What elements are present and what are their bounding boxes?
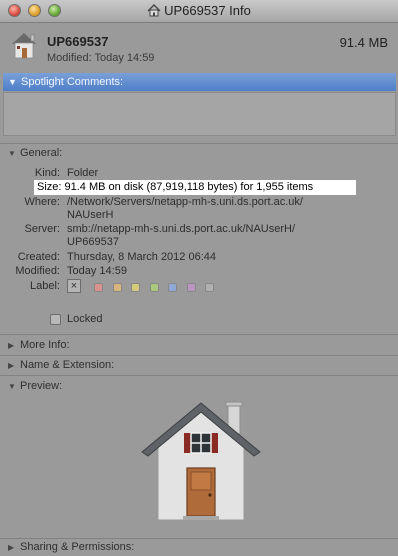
section-name-extension-label: Name & Extension:	[20, 359, 115, 371]
item-modified: Modified: Today 14:59	[47, 52, 155, 64]
kind-label: Kind:	[34, 167, 60, 179]
section-preview[interactable]: ▼ Preview:	[8, 380, 62, 392]
created-label: Created:	[17, 251, 60, 263]
label-none-button[interactable]: ×	[67, 279, 81, 293]
section-sharing-permissions-label: Sharing & Permissions:	[20, 541, 135, 553]
section-general[interactable]: ▼ General:	[8, 147, 62, 159]
disclosure-open-icon: ▼	[8, 77, 17, 87]
spotlight-comments-field[interactable]	[3, 92, 396, 136]
divider	[0, 355, 398, 356]
label-color-swatch[interactable]	[168, 283, 177, 292]
server-value-line-2: UP669537	[67, 236, 119, 248]
disclosure-open-icon: ▼	[8, 382, 16, 391]
modified-label: Modified:	[15, 265, 60, 277]
server-label: Server:	[24, 223, 60, 235]
home-folder-icon	[12, 33, 36, 59]
where-label: Where:	[24, 196, 60, 208]
section-more-info[interactable]: ▶ More Info:	[8, 339, 70, 351]
section-more-info-label: More Info:	[20, 339, 70, 351]
item-size: 91.4 MB	[339, 35, 388, 50]
section-general-label: General:	[20, 147, 63, 159]
spotlight-comments-label: Spotlight Comments:	[21, 76, 124, 88]
label-color-swatch[interactable]	[205, 283, 214, 292]
locked-checkbox[interactable]	[50, 314, 61, 325]
divider	[0, 143, 398, 144]
label-label: Label:	[30, 280, 60, 292]
divider	[0, 334, 398, 335]
divider	[0, 375, 398, 376]
home-folder-icon	[147, 4, 161, 17]
locked-label: Locked	[67, 313, 103, 325]
label-color-swatch[interactable]	[149, 283, 159, 292]
spotlight-comments-header[interactable]: ▼ Spotlight Comments:	[3, 73, 396, 91]
label-color-swatch[interactable]	[94, 283, 103, 292]
label-color-swatch[interactable]	[112, 283, 122, 292]
home-folder-preview-icon	[141, 401, 261, 521]
label-color-swatch[interactable]	[186, 283, 196, 292]
where-value-line-1: /Network/Servers/netapp-mh-s.uni.ds.port…	[67, 196, 303, 208]
section-sharing-permissions[interactable]: ▶ Sharing & Permissions:	[8, 541, 134, 553]
section-preview-label: Preview:	[20, 380, 63, 392]
disclosure-closed-icon: ▶	[8, 543, 15, 552]
window-title-text: UP669537 Info	[164, 3, 251, 18]
modified-value: Today 14:59	[67, 265, 127, 277]
divider	[0, 538, 398, 539]
disclosure-open-icon: ▼	[8, 149, 16, 158]
info-header: UP669537 Modified: Today 14:59 91.4 MB	[0, 23, 398, 67]
where-value-line-2: NAUserH	[67, 209, 114, 221]
section-name-extension[interactable]: ▶ Name & Extension:	[8, 359, 114, 371]
kind-value: Folder	[67, 167, 99, 179]
disclosure-closed-icon: ▶	[8, 361, 15, 370]
item-name: UP669537	[47, 34, 109, 49]
window-title: UP669537 Info	[0, 3, 398, 18]
label-color-swatch[interactable]	[131, 283, 140, 292]
disclosure-closed-icon: ▶	[8, 341, 15, 350]
title-bar: UP669537 Info	[0, 0, 398, 23]
size-info-highlight: Size: 91.4 MB on disk (87,919,118 bytes)…	[34, 180, 356, 195]
server-value-line-1: smb://netapp-mh-s.uni.ds.port.ac.uk/NAUs…	[67, 223, 296, 235]
created-value: Thursday, 8 March 2012 06:44	[67, 251, 216, 263]
